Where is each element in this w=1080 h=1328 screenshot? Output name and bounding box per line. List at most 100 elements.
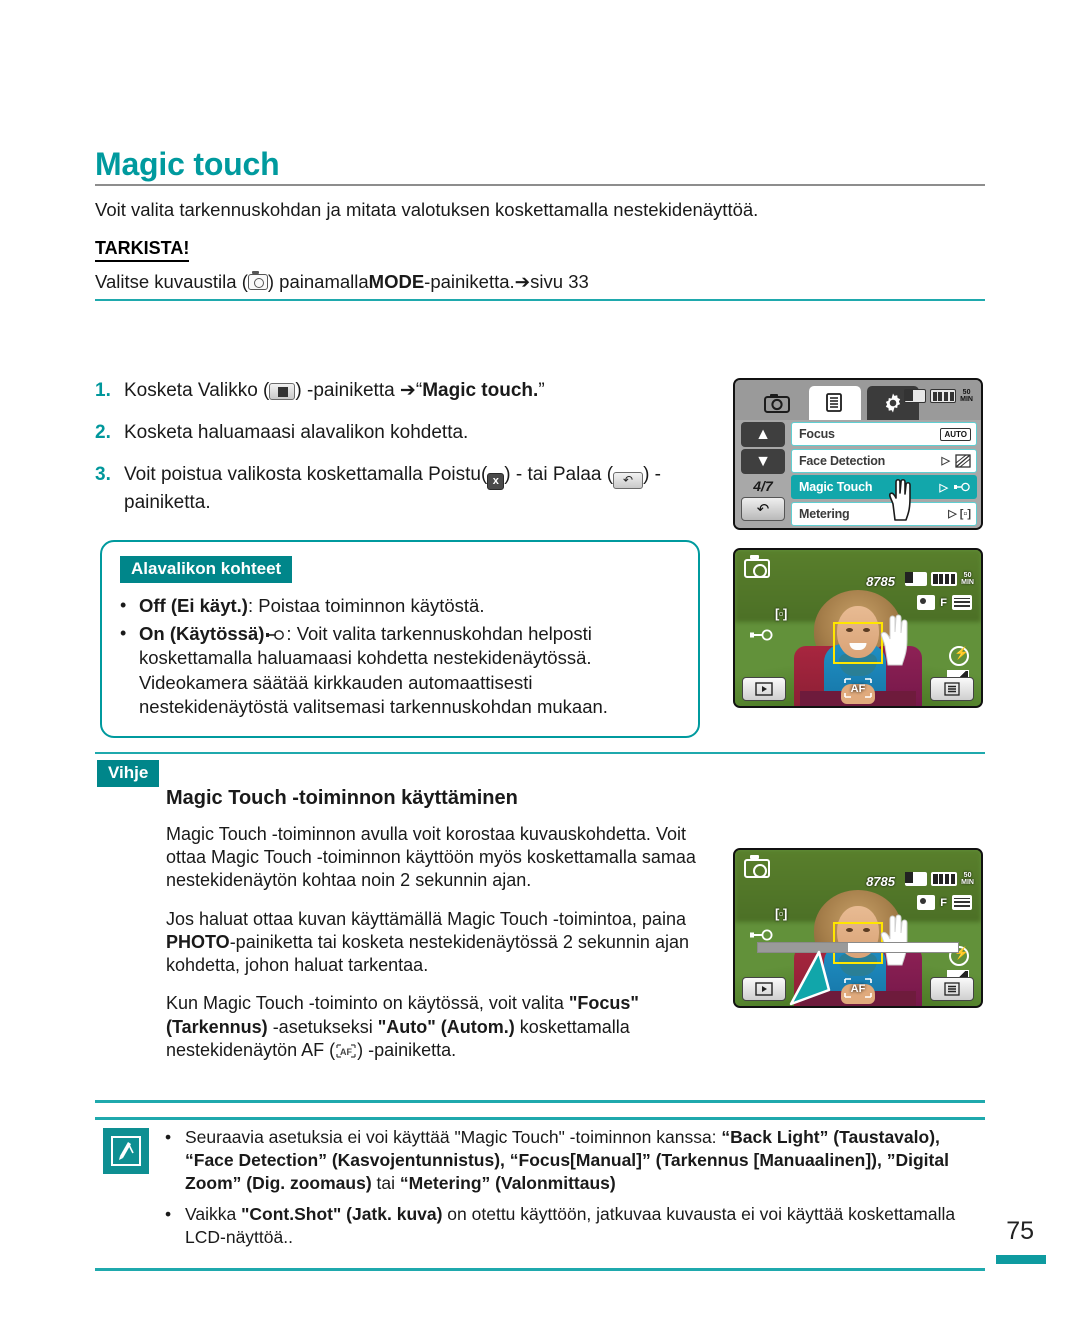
playback-button[interactable]	[742, 977, 786, 1001]
menu-page-indicator: 4/7	[753, 478, 773, 494]
step1-text-c: ”	[538, 380, 545, 401]
tip-badge: Vihje	[97, 760, 160, 787]
battery-icon	[930, 389, 957, 403]
af-touch-button[interactable]: AF	[843, 977, 873, 999]
photo-settings-row: F	[917, 895, 972, 910]
metering-indicator: [▫]	[775, 606, 787, 621]
bullet-marker: •	[120, 622, 127, 643]
tip-divider-top	[95, 752, 985, 754]
note1-part3: “Metering” (Valonmittaus)	[399, 1172, 616, 1193]
bullet-marker: •	[120, 595, 127, 615]
photo-status-icons: 50 MIN	[905, 872, 974, 886]
sd-card-icon	[905, 872, 928, 886]
portrait-mode-icon	[917, 595, 936, 610]
submenu-list-item: • Off (Ei käyt.): Poistaa toiminnon käyt…	[120, 594, 680, 619]
tab-camera[interactable]	[751, 386, 803, 420]
battery-icon	[931, 872, 958, 886]
photo-settings-row: F	[917, 595, 972, 610]
step-text: Kosketa haluamaasi alavalikon kohdetta.	[124, 422, 469, 444]
lcd-photo-screenshot-1: 8785 50 MIN F [▫] AF	[733, 548, 983, 708]
step-item: 1. Kosketa Valikko () -painiketta ➔“Magi…	[95, 378, 705, 403]
menu-row-value: ▷ [▫]	[948, 508, 971, 520]
steps-list: 1. Kosketa Valikko () -painiketta ➔“Magi…	[95, 378, 705, 532]
check-text-after: ) painamalla	[267, 271, 369, 292]
submenu-item-label: Off (Ei käyt.)	[139, 595, 248, 616]
shot-counter: 8785	[866, 874, 895, 889]
menu-row-value: ▷	[942, 453, 971, 468]
exposure-slider[interactable]	[757, 942, 959, 953]
step-text: Voit poistua valikosta koskettamalla Poi…	[124, 462, 705, 515]
lcd-menu-body: ▲ ▼ 4/7 ↶ Focus AUTO Face Detection ▷ Ma…	[735, 420, 981, 528]
min-value: 50	[962, 389, 971, 396]
note-item-text: Seuraavia asetuksia ei voi käyttää "Magi…	[185, 1126, 985, 1194]
teal-arrow-cursor-icon	[789, 950, 841, 1006]
note2-part0: Vaikka	[185, 1204, 242, 1225]
step-number: 2.	[95, 422, 111, 444]
check-text-before: Valitse kuvaustila (	[95, 271, 248, 292]
portrait-mode-icon	[917, 895, 936, 910]
playback-button[interactable]	[742, 677, 786, 701]
menu-row-label: Magic Touch	[799, 480, 873, 494]
flash-icon	[949, 646, 969, 666]
step-item: 3. Voit poistua valikosta koskettamalla …	[95, 462, 705, 515]
tab-menu[interactable]	[809, 386, 861, 420]
step-text: Kosketa Valikko () -painiketta ➔“Magic t…	[124, 378, 705, 403]
check-label: TARKISTA!	[95, 238, 190, 262]
check-page-ref: ➔sivu 33	[514, 271, 589, 292]
bullet-marker: •	[165, 1127, 172, 1147]
magic-touch-glyph-icon	[264, 624, 286, 640]
step3-text-a: Voit poistua valikosta koskettamalla Poi…	[124, 464, 488, 486]
submenu-list: • Off (Ei käyt.): Poistaa toiminnon käyt…	[120, 594, 680, 720]
page-number: 75	[1006, 1217, 1034, 1245]
metering-indicator: [▫]	[775, 906, 787, 921]
lcd-menu-screenshot: 50 MIN ▲ ▼ 4/7 ↶ Focus AUTO Face Detecti…	[733, 378, 983, 530]
check-tail: -painiketta.	[424, 271, 515, 292]
svg-text:AF: AF	[851, 983, 866, 995]
tip-heading: Magic Touch -toiminnon käyttäminen	[166, 787, 518, 809]
shot-counter: 8785	[866, 574, 895, 589]
step1-bold: Magic touch.	[422, 380, 539, 401]
step1-text-b: ) -painiketta ➔“	[295, 380, 423, 401]
menu-row-label: Metering	[799, 506, 850, 521]
menu-button[interactable]	[930, 677, 974, 701]
resolution-icon	[952, 595, 972, 610]
sd-card-icon	[904, 389, 927, 403]
exit-button-icon: x	[487, 473, 505, 491]
menu-row-face-detection[interactable]: Face Detection ▷	[791, 448, 977, 473]
record-mode-icon	[744, 555, 770, 578]
af-touch-button[interactable]: AF	[843, 677, 873, 699]
menu-row-magic-touch[interactable]: Magic Touch ▷	[791, 475, 977, 499]
min-unit: MIN	[961, 579, 974, 586]
face-detection-icon	[955, 453, 971, 468]
tip-paragraph-3: Kun Magic Touch -toiminto on käytössä, v…	[166, 992, 711, 1062]
page-number-bar	[996, 1255, 1046, 1264]
scroll-up-button[interactable]: ▲	[741, 422, 785, 447]
tip-p2-b: -painiketta tai kosketa nestekidenäytöss…	[166, 931, 689, 976]
record-time-remaining: 50 MIN	[960, 389, 973, 403]
back-button[interactable]: ↶	[741, 497, 785, 521]
tip-p3-bold2: "Auto" (Autom.)	[377, 1016, 515, 1037]
menu-row-focus[interactable]: Focus AUTO	[791, 422, 977, 446]
record-mode-icon	[744, 855, 770, 878]
bullet-marker: •	[165, 1204, 172, 1225]
tip-paragraph-1: Magic Touch -toiminnon avulla voit koros…	[166, 824, 696, 891]
submenu-item-desc: : Poistaa toiminnon käytöstä.	[247, 595, 485, 616]
note-item-text: Vaikka "Cont.Shot" (Jatk. kuva) on otett…	[185, 1203, 985, 1249]
menu-button[interactable]	[930, 977, 974, 1001]
hand-pointer-icon	[874, 912, 914, 967]
menu-row-value: ▷	[940, 481, 971, 494]
tip-p2-a: Jos haluat ottaa kuvan käyttämällä Magic…	[166, 908, 686, 929]
lcd-menu-rows: Focus AUTO Face Detection ▷ Magic Touch …	[791, 422, 977, 528]
photo-status-icons: 50 MIN	[905, 572, 974, 586]
note1-part2: tai	[371, 1172, 400, 1193]
tip-p2-bold: PHOTO	[166, 931, 230, 952]
note-list: • Seuraavia asetuksia ei voi käyttää "Ma…	[165, 1126, 985, 1258]
scroll-down-button[interactable]: ▼	[741, 449, 785, 474]
magic-touch-indicator-icon	[749, 628, 775, 642]
submenu-item-text: On (Käytössä): Voit valita tarkennuskohd…	[139, 622, 680, 720]
note-pencil-icon	[103, 1128, 149, 1174]
menu-row-metering[interactable]: Metering ▷ [▫]	[791, 501, 977, 526]
note2-part1: "Cont.Shot" (Jatk. kuva)	[241, 1204, 443, 1225]
sd-card-icon	[905, 572, 928, 586]
tip-p3-a: Kun Magic Touch -toiminto on käytössä, v…	[166, 993, 569, 1014]
